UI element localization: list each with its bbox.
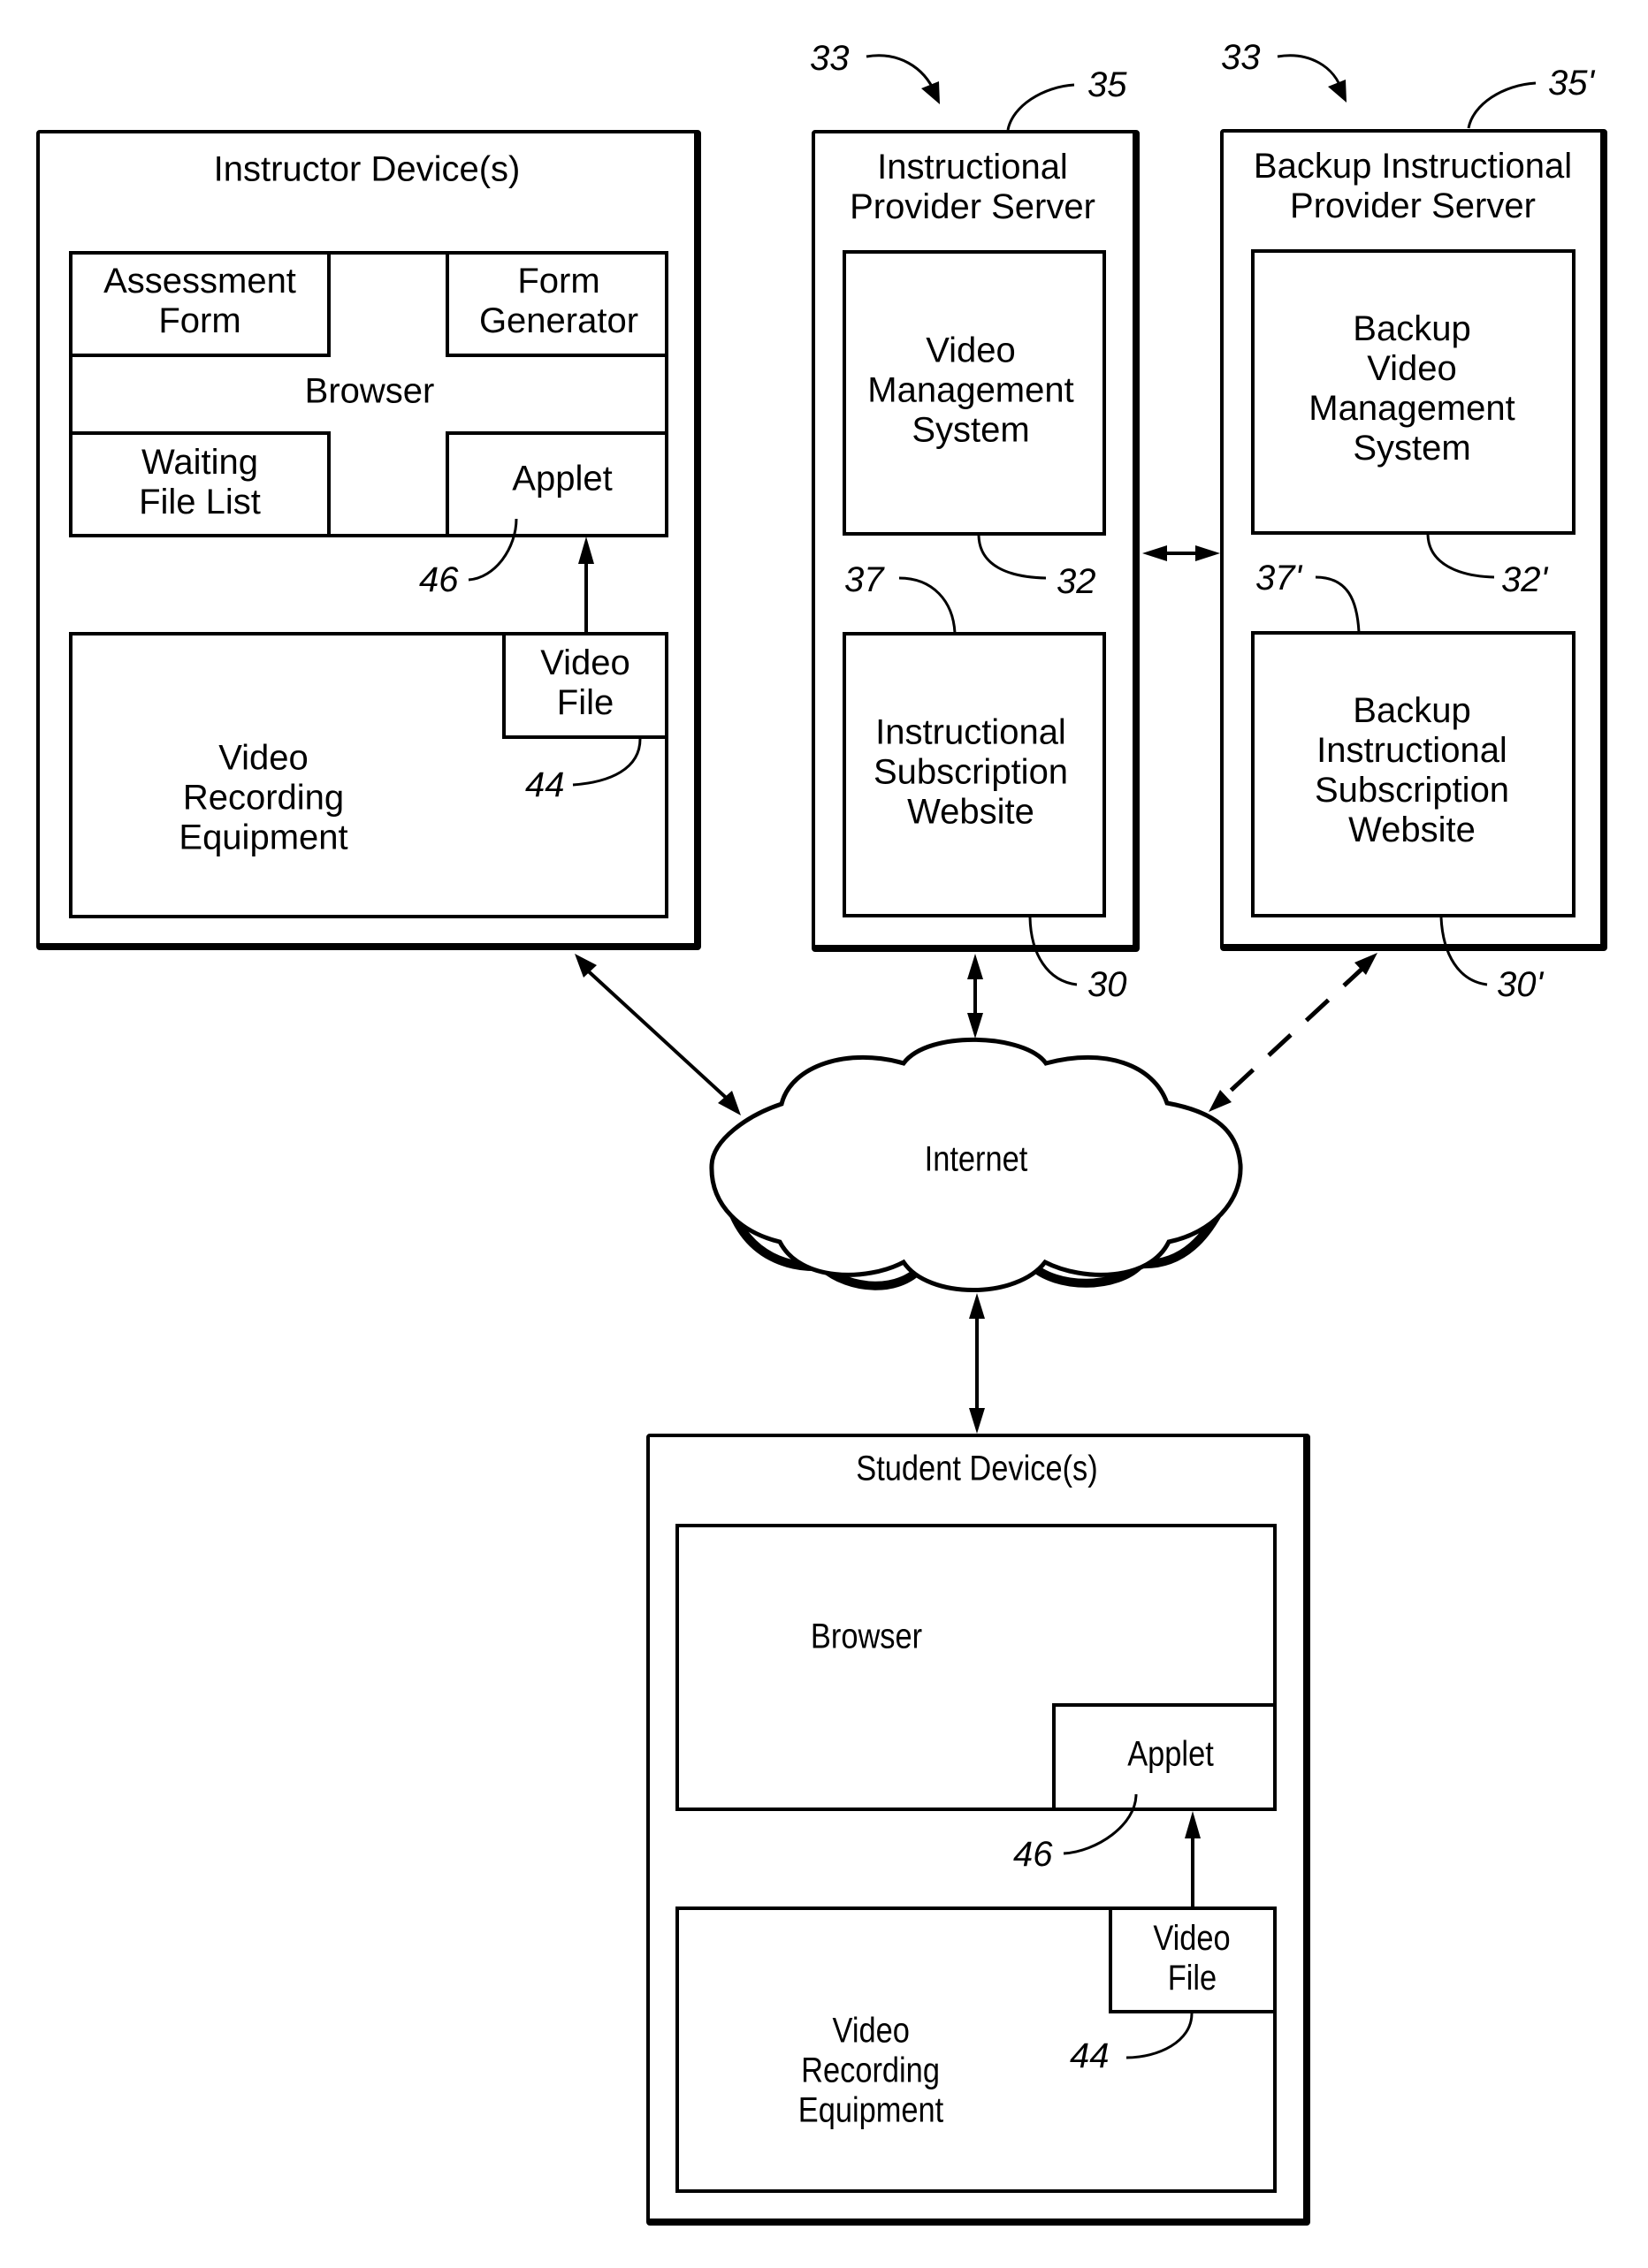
label-line: Video xyxy=(218,738,309,778)
label-line: Video xyxy=(926,331,1016,370)
backup-server-title: Backup Instructional Provider Server xyxy=(1254,147,1572,226)
arrowhead xyxy=(1209,1090,1232,1112)
label-line: Equipment xyxy=(179,818,348,857)
waiting-file-list-label: Waiting File List xyxy=(139,443,261,522)
label-line: Backup xyxy=(1353,309,1471,348)
assessment-form-label: Assessment Form xyxy=(103,262,296,341)
label-line: Backup xyxy=(1353,691,1471,730)
ref-35-server: 35 xyxy=(1087,65,1127,104)
label-line: Instructional xyxy=(877,148,1068,186)
ref-35-leader xyxy=(1006,83,1075,131)
label-line: Management xyxy=(1308,389,1515,428)
student-video-file-label: Video File xyxy=(1147,1919,1237,1998)
label-line-text: File xyxy=(1167,1959,1217,1998)
label-line: Backup Instructional xyxy=(1253,147,1573,186)
label-line: Website xyxy=(907,792,1034,832)
provider-server-title: Instructional Provider Server xyxy=(850,148,1095,227)
label-line: Assessment xyxy=(103,262,296,301)
label-line-text: Video xyxy=(832,2011,910,2051)
ref-33-backup: 33 xyxy=(1221,38,1261,77)
student-video-recording-label: Video Recording Equipment xyxy=(786,2012,955,2131)
label-line: System xyxy=(1353,429,1471,468)
ref-46-instructor: 46 xyxy=(419,560,459,599)
label-line: Generator xyxy=(478,301,639,340)
instructor-applet-label: Applet xyxy=(512,459,613,499)
label-line: Instructional xyxy=(875,712,1066,752)
instructor-video-file-label: Video File xyxy=(540,643,630,723)
instructor-browser-label: Browser xyxy=(304,371,435,411)
label-line: Equipment xyxy=(786,2091,955,2131)
arrowhead xyxy=(969,1408,985,1434)
student-device-title-text: Student Device(s) xyxy=(856,1449,1098,1488)
ref-30-server: 30 xyxy=(1087,965,1127,1004)
ref-37-server: 37 xyxy=(844,560,884,599)
label-line: Provider Server xyxy=(1290,186,1536,225)
arrowhead xyxy=(1195,545,1220,561)
label-line: System xyxy=(912,410,1030,450)
subscription-website-label: Instructional Subscription Website xyxy=(874,713,1068,833)
label-line: File xyxy=(1147,1959,1237,1998)
label-line: Recording xyxy=(182,778,345,818)
backup-video-management-system-label: Backup Video Management System xyxy=(1308,309,1514,468)
label-line: Instructional xyxy=(1316,731,1507,770)
label-line: Video xyxy=(1367,349,1457,388)
arrowhead xyxy=(967,1013,983,1039)
student-device-title: Student Device(s) xyxy=(836,1450,1118,1489)
label-line-text: Video xyxy=(1153,1919,1231,1958)
student-applet-label: Applet xyxy=(1120,1735,1220,1775)
backup-subscription-website-label: Backup Instructional Subscription Websit… xyxy=(1315,691,1509,850)
ref-32-backup: 32' xyxy=(1501,560,1548,599)
label-line: File List xyxy=(139,483,261,521)
label-line: Video xyxy=(540,643,630,682)
ref-35b-leader xyxy=(1467,81,1537,129)
instructor-device-title: Instructor Device(s) xyxy=(213,149,521,189)
student-browser-label: Browser xyxy=(802,1617,932,1657)
ref-30-backup: 30' xyxy=(1497,965,1544,1004)
ref-35-backup: 35' xyxy=(1548,64,1595,103)
label-line-text: Recording xyxy=(801,2051,941,2090)
label-line: Subscription xyxy=(1314,771,1510,810)
internet-label-text: Internet xyxy=(924,1139,1028,1179)
student-applet-label-text: Applet xyxy=(1127,1734,1214,1774)
label-line: Recording xyxy=(786,2051,955,2091)
label-line: Video xyxy=(786,2012,955,2051)
internet-label: Internet xyxy=(916,1140,1036,1180)
arrowhead xyxy=(969,1293,985,1319)
label-line: Form xyxy=(158,301,241,340)
label-line: Form xyxy=(517,262,600,301)
arrowhead xyxy=(1142,545,1167,561)
ref-32-server: 32 xyxy=(1057,562,1096,601)
backup-internet-link xyxy=(1218,963,1368,1102)
ref-33-server: 33 xyxy=(810,39,850,78)
ref-37-backup: 37' xyxy=(1255,559,1302,597)
form-generator-label: Form Generator xyxy=(479,262,638,341)
arrowhead xyxy=(967,954,983,979)
ref-46-student: 46 xyxy=(1013,1835,1053,1874)
label-line: Website xyxy=(1348,811,1476,849)
label-line: File xyxy=(556,683,614,722)
ref-44-instructor: 44 xyxy=(525,765,565,804)
label-line: Video xyxy=(1147,1919,1237,1959)
label-line: Provider Server xyxy=(850,187,1095,226)
ref-44-student: 44 xyxy=(1070,2036,1110,2075)
student-browser-label-text: Browser xyxy=(810,1617,923,1656)
instructor-video-recording-label: Video Recording Equipment xyxy=(179,739,347,858)
arrowhead xyxy=(1328,80,1347,103)
label-line: Management xyxy=(867,370,1074,410)
arrowhead xyxy=(921,81,940,104)
instructor-internet-link xyxy=(580,963,736,1107)
label-line-text: Equipment xyxy=(797,2090,944,2130)
label-line: Waiting xyxy=(141,443,258,482)
video-management-system-label: Video Management System xyxy=(867,331,1073,451)
label-line: Subscription xyxy=(873,752,1069,792)
